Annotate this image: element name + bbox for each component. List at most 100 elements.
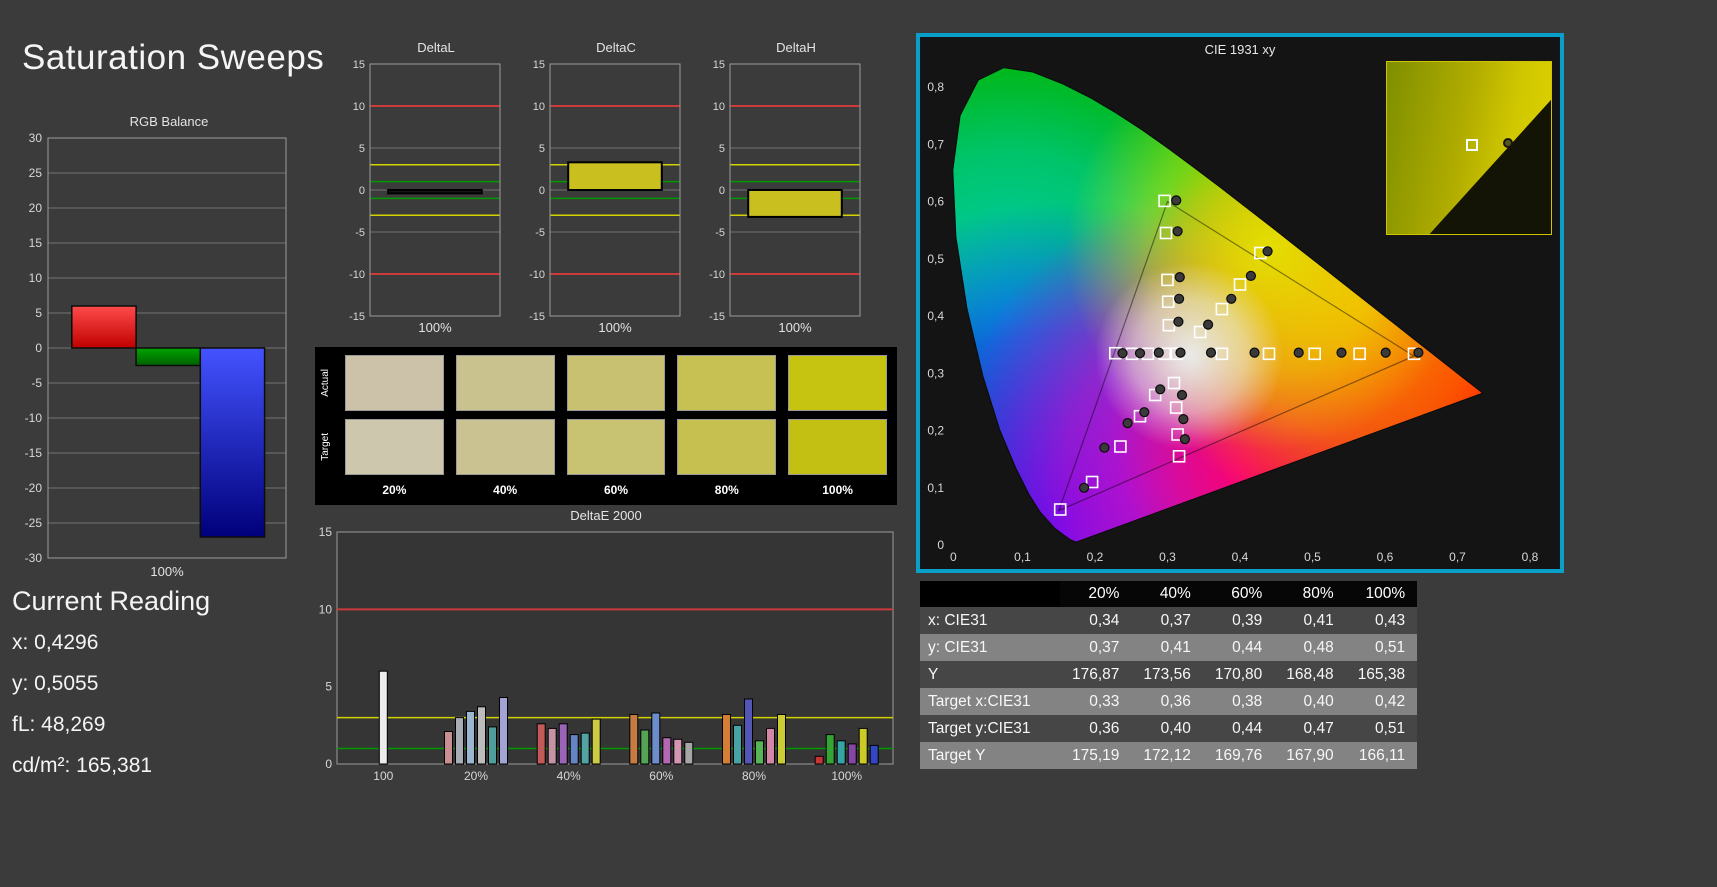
delta-e-plot: 0 5 10 15 100 20% 40% 60% 80% 100% [315,526,897,784]
svg-text:-25: -25 [25,516,43,530]
svg-text:5: 5 [35,306,42,320]
swatch-target-60% [566,419,666,475]
calibration-dashboard: Saturation Sweeps RGB Balance -30 -25 -20-… [0,0,1717,887]
swatch-target-20% [345,419,444,475]
svg-text:15: 15 [353,59,365,71]
table-row-label: Target y:CIE31 [920,715,1060,742]
svg-text:-10: -10 [25,411,43,425]
swatch-col-label: 100% [822,483,853,497]
svg-text:0: 0 [937,538,944,552]
table-cell: 0,44 [1202,715,1275,742]
current-reading-panel: Current Reading x: 0,4296 y: 0,5055 fL: … [12,586,210,795]
table-row-label: Target Y [920,742,1060,769]
svg-text:100%: 100% [418,320,452,334]
swatch-row-label-actual: Actual [319,369,331,397]
table-cell: 0,43 [1345,607,1418,634]
delta_h-svg: -15 -10 -5 0 5 10 15 100% [709,59,861,334]
svg-text:0,5: 0,5 [927,252,944,266]
svg-text:15: 15 [713,59,725,71]
svg-text:40%: 40% [557,769,581,783]
svg-text:10: 10 [29,271,43,285]
delta-h-title: DeltaH [776,40,816,55]
table-header-cell: 80% [1274,581,1346,607]
table-cell: 167,90 [1274,742,1346,769]
swatch-actual-20% [345,355,444,411]
svg-text:-5: -5 [715,227,725,239]
svg-text:0,1: 0,1 [927,481,944,495]
swatch-target-100% [788,419,887,475]
svg-text:15: 15 [29,236,43,250]
rgb-balance-plot: -30 -25 -20 -15 -10 -5 0 5 10 15 20 25 30 100% [8,132,290,578]
table-cell: 0,40 [1274,688,1346,715]
swatch-actual-40% [455,355,555,411]
delta-e-svg: 0 5 10 15 100 20% 40% 60% 80% 100% [319,526,894,783]
table-row: y: CIE31 0,37 0,41 0,44 0,48 0,51 [920,634,1418,661]
table-cell: 172,12 [1131,742,1203,769]
svg-text:-10: -10 [709,269,725,281]
table-header-cell: 60% [1202,581,1275,607]
table-cell: 175,19 [1060,742,1132,769]
table-cell: 176,87 [1060,661,1132,688]
table-cell: 173,56 [1131,661,1203,688]
table-cell: 0,51 [1345,634,1418,661]
current-reading-title: Current Reading [12,586,211,616]
svg-text:0,6: 0,6 [927,195,944,209]
svg-text:-15: -15 [709,311,725,323]
svg-text:-5: -5 [355,227,365,239]
table-row-label: Y [920,661,1060,688]
swatch-col-label: 40% [493,483,518,497]
delta-l-title: DeltaL [417,40,455,55]
table-cell: 0,37 [1131,607,1203,634]
table-cell: 166,11 [1345,742,1418,769]
reading-x: x: 0,4296 [12,631,99,654]
svg-text:0,2: 0,2 [927,424,944,438]
svg-text:10: 10 [319,602,333,616]
swatch-actual-100% [788,355,887,411]
delta-c-chart: DeltaC -15 -10 -5 0 5 10 15 100% [516,40,686,334]
rgb-balance-svg: -30 -25 -20 -15 -10 -5 0 5 10 15 20 25 30 100% [25,132,287,578]
table-row: Y 176,87 173,56 170,80 168,48 165,38 [920,661,1418,688]
delta-l-chart: DeltaL -15 -10 -5 0 5 10 15 100% [336,40,506,334]
svg-text:100%: 100% [778,320,812,334]
table-cell: 165,38 [1345,661,1418,688]
svg-text:10: 10 [533,101,545,113]
svg-text:80%: 80% [742,769,766,783]
delta-e-title: DeltaE 2000 [570,508,642,523]
table-cell: 0,33 [1060,688,1132,715]
reading-y: y: 0,5055 [12,672,99,695]
svg-text:-15: -15 [349,311,365,323]
svg-text:0,3: 0,3 [1159,550,1176,564]
swatch-comparison-panel: Actual Target 20% 40% 60% 80% 100% [315,347,897,505]
inset-target-marker [1465,139,1478,152]
measurement-table: 20% 40% 60% 80% 100% x: CIE31 0,34 0,37 0,39 0,41… [920,581,1418,769]
swatch-target-80% [677,419,777,475]
table-cell: 0,36 [1060,715,1132,742]
swatch-row-label-target: Target [319,433,331,461]
table-cell: 0,47 [1274,715,1346,742]
table-cell: 0,41 [1131,634,1203,661]
svg-text:0,7: 0,7 [1449,550,1466,564]
table-row: x: CIE31 0,34 0,37 0,39 0,41 0,43 [920,607,1418,634]
svg-text:20: 20 [29,201,43,215]
svg-text:0: 0 [950,550,957,564]
svg-text:15: 15 [319,526,333,539]
svg-text:0: 0 [359,185,365,197]
table-cell: 0,41 [1274,607,1346,634]
table-cell: 170,80 [1202,661,1275,688]
svg-text:10: 10 [353,101,365,113]
svg-text:0,4: 0,4 [927,309,944,323]
svg-text:0,8: 0,8 [927,80,944,94]
delta-c-title: DeltaC [596,40,636,55]
svg-text:-10: -10 [349,269,365,281]
swatch-label-spacer [317,483,333,501]
delta-l-plot: -15 -10 -5 0 5 10 15 100% [336,58,506,334]
svg-text:0,3: 0,3 [927,366,944,380]
svg-text:-10: -10 [529,269,545,281]
svg-text:-30: -30 [25,551,43,565]
page-title: Saturation Sweeps [22,38,325,77]
svg-text:0,2: 0,2 [1087,550,1104,564]
reading-fl: fL: 48,269 [12,713,106,736]
rgb-balance-chart: RGB Balance -30 -25 -20 -15 -10 -5 0 5 10 15 20 25 3… [8,114,290,578]
table-cell: 0,36 [1131,688,1203,715]
reading-cdm2: cd/m²: 165,381 [12,754,153,777]
